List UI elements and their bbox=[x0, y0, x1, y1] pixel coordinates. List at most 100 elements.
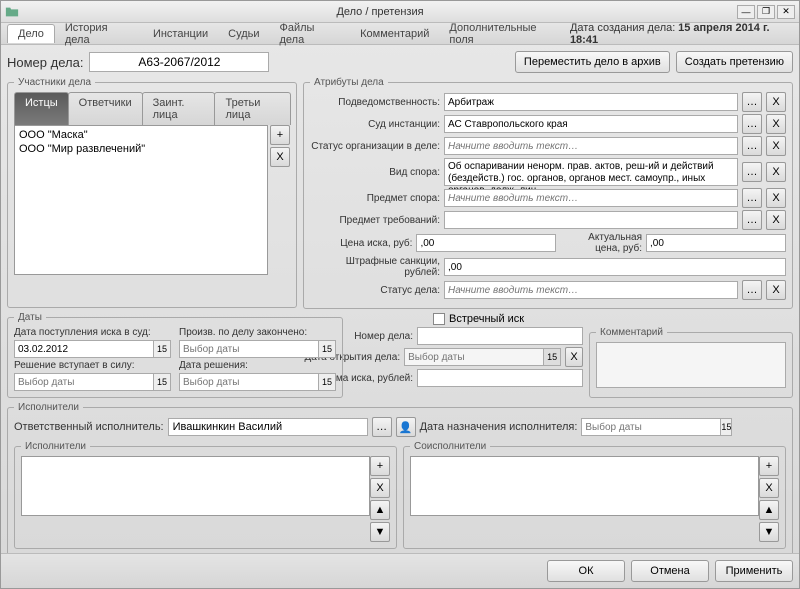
tab-defendants[interactable]: Ответчики bbox=[68, 92, 143, 125]
ellipsis-button[interactable]: … bbox=[742, 136, 762, 156]
move-down-button[interactable]: ▼ bbox=[759, 522, 779, 542]
menu-judges[interactable]: Судьи bbox=[218, 25, 269, 43]
date-enforce-label: Решение вступает в силу: bbox=[14, 360, 171, 371]
assigned-date-input[interactable] bbox=[581, 418, 720, 436]
date-decision-input[interactable] bbox=[179, 373, 318, 391]
performers-legend: Исполнители bbox=[21, 441, 90, 452]
add-button[interactable]: + bbox=[370, 456, 390, 476]
org-status-input[interactable] bbox=[444, 137, 738, 155]
date-received-label: Дата поступления иска в суд: bbox=[14, 327, 171, 338]
case-number-label: Номер дела: bbox=[7, 55, 83, 70]
tab-plaintiffs[interactable]: Истцы bbox=[14, 92, 69, 125]
responsible-input[interactable] bbox=[168, 418, 368, 436]
ok-button[interactable]: ОК bbox=[547, 560, 625, 582]
cancel-button[interactable]: Отмена bbox=[631, 560, 709, 582]
add-participant-button[interactable]: + bbox=[270, 125, 290, 145]
ellipsis-button[interactable]: … bbox=[372, 417, 392, 437]
date-finished-input[interactable] bbox=[179, 340, 318, 358]
apply-button[interactable]: Применить bbox=[715, 560, 793, 582]
assigned-date-label: Дата назначения исполнителя: bbox=[420, 421, 578, 433]
calendar-icon[interactable]: 15 bbox=[153, 373, 171, 391]
add-button[interactable]: + bbox=[759, 456, 779, 476]
counter-comment-fieldset: Комментарий bbox=[589, 327, 793, 398]
penalty-label: Штрафные санкции, рублей: bbox=[310, 256, 440, 278]
actual-price-input[interactable] bbox=[646, 234, 786, 252]
performers-list[interactable] bbox=[21, 456, 370, 516]
status-input[interactable] bbox=[444, 281, 738, 299]
dispute-type-label: Вид спора: bbox=[310, 167, 440, 178]
clear-button[interactable]: X bbox=[565, 347, 583, 367]
list-item[interactable]: ООО "Маска" bbox=[17, 128, 265, 142]
move-up-button[interactable]: ▲ bbox=[759, 500, 779, 520]
court-input[interactable] bbox=[444, 115, 738, 133]
penalty-input[interactable] bbox=[444, 258, 786, 276]
calendar-icon[interactable]: 15 bbox=[318, 340, 336, 358]
clear-button[interactable]: X bbox=[766, 188, 786, 208]
date-received-input[interactable] bbox=[14, 340, 153, 358]
attributes-legend: Атрибуты дела bbox=[310, 77, 388, 88]
move-up-button[interactable]: ▲ bbox=[370, 500, 390, 520]
tab-third[interactable]: Третьи лица bbox=[214, 92, 291, 125]
archive-button[interactable]: Переместить дело в архив bbox=[515, 51, 670, 73]
coperformers-list[interactable] bbox=[410, 456, 759, 516]
move-down-button[interactable]: ▼ bbox=[370, 522, 390, 542]
clear-button[interactable]: X bbox=[766, 92, 786, 112]
dates-fieldset: Даты Дата поступления иска в суд: Произв… bbox=[7, 312, 343, 398]
participants-list[interactable]: ООО "Маска" ООО "Мир развлечений" bbox=[14, 125, 268, 275]
menu-delo[interactable]: Дело bbox=[7, 24, 55, 43]
clear-button[interactable]: X bbox=[766, 162, 786, 182]
counter-opened-input bbox=[404, 348, 543, 366]
claim-subject-input[interactable] bbox=[444, 211, 738, 229]
jurisdiction-label: Подведомственность: bbox=[310, 97, 440, 108]
dispute-subject-input[interactable] bbox=[444, 189, 738, 207]
clear-button[interactable]: X bbox=[766, 280, 786, 300]
counter-claim-checkbox[interactable] bbox=[433, 313, 445, 325]
ellipsis-button[interactable]: … bbox=[742, 162, 762, 182]
remove-button[interactable]: X bbox=[370, 478, 390, 498]
clear-button[interactable]: X bbox=[766, 210, 786, 230]
responsible-label: Ответственный исполнитель: bbox=[14, 421, 164, 433]
ellipsis-button[interactable]: … bbox=[742, 114, 762, 134]
clear-button[interactable]: X bbox=[766, 136, 786, 156]
list-item[interactable]: ООО "Мир развлечений" bbox=[17, 142, 265, 156]
ellipsis-button[interactable]: … bbox=[742, 188, 762, 208]
actual-price-label: Актуальная цена, руб: bbox=[560, 232, 642, 254]
menu-instances[interactable]: Инстанции bbox=[143, 25, 218, 43]
case-number-input[interactable] bbox=[89, 52, 269, 72]
participants-fieldset: Участники дела Истцы Ответчики Заинт. ли… bbox=[7, 77, 297, 308]
close-button[interactable]: ✕ bbox=[777, 5, 795, 19]
minimize-button[interactable]: — bbox=[737, 5, 755, 19]
remove-participant-button[interactable]: X bbox=[270, 147, 290, 167]
calendar-icon[interactable]: 15 bbox=[720, 418, 732, 436]
dispute-type-input[interactable]: Об оспаривании ненорм. прав. актов, реш-… bbox=[444, 158, 738, 186]
content-area: Номер дела: Переместить дело в архив Соз… bbox=[1, 45, 799, 553]
claim-subject-label: Предмет требований: bbox=[310, 215, 440, 226]
calendar-icon[interactable]: 15 bbox=[318, 373, 336, 391]
participants-legend: Участники дела bbox=[14, 77, 95, 88]
ellipsis-button[interactable]: … bbox=[742, 280, 762, 300]
menu-files[interactable]: Файлы дела bbox=[270, 19, 351, 49]
clear-button[interactable]: X bbox=[766, 114, 786, 134]
jurisdiction-input[interactable] bbox=[444, 93, 738, 111]
calendar-icon[interactable]: 15 bbox=[153, 340, 171, 358]
claim-price-input[interactable] bbox=[416, 234, 556, 252]
folder-icon bbox=[5, 5, 19, 19]
date-decision-label: Дата решения: bbox=[179, 360, 336, 371]
counter-claim-label: Встречный иск bbox=[449, 313, 524, 325]
user-icon[interactable]: 👤 bbox=[396, 417, 416, 437]
claim-price-label: Цена иска, руб: bbox=[310, 238, 412, 249]
menu-comment[interactable]: Комментарий bbox=[350, 25, 439, 43]
menubar: Дело История дела Инстанции Судьи Файлы … bbox=[1, 23, 799, 45]
coperformers-fieldset: Соисполнители + X ▲ ▼ bbox=[403, 441, 786, 549]
date-enforce-input[interactable] bbox=[14, 373, 153, 391]
ellipsis-button[interactable]: … bbox=[742, 92, 762, 112]
calendar-icon: 15 bbox=[543, 348, 561, 366]
maximize-button[interactable]: ❐ bbox=[757, 5, 775, 19]
create-claim-button[interactable]: Создать претензию bbox=[676, 51, 793, 73]
ellipsis-button[interactable]: … bbox=[742, 210, 762, 230]
tab-interested[interactable]: Заинт. лица bbox=[142, 92, 216, 125]
menu-history[interactable]: История дела bbox=[55, 19, 143, 49]
menu-extra[interactable]: Дополнительные поля bbox=[439, 19, 570, 49]
remove-button[interactable]: X bbox=[759, 478, 779, 498]
coperformers-legend: Соисполнители bbox=[410, 441, 490, 452]
